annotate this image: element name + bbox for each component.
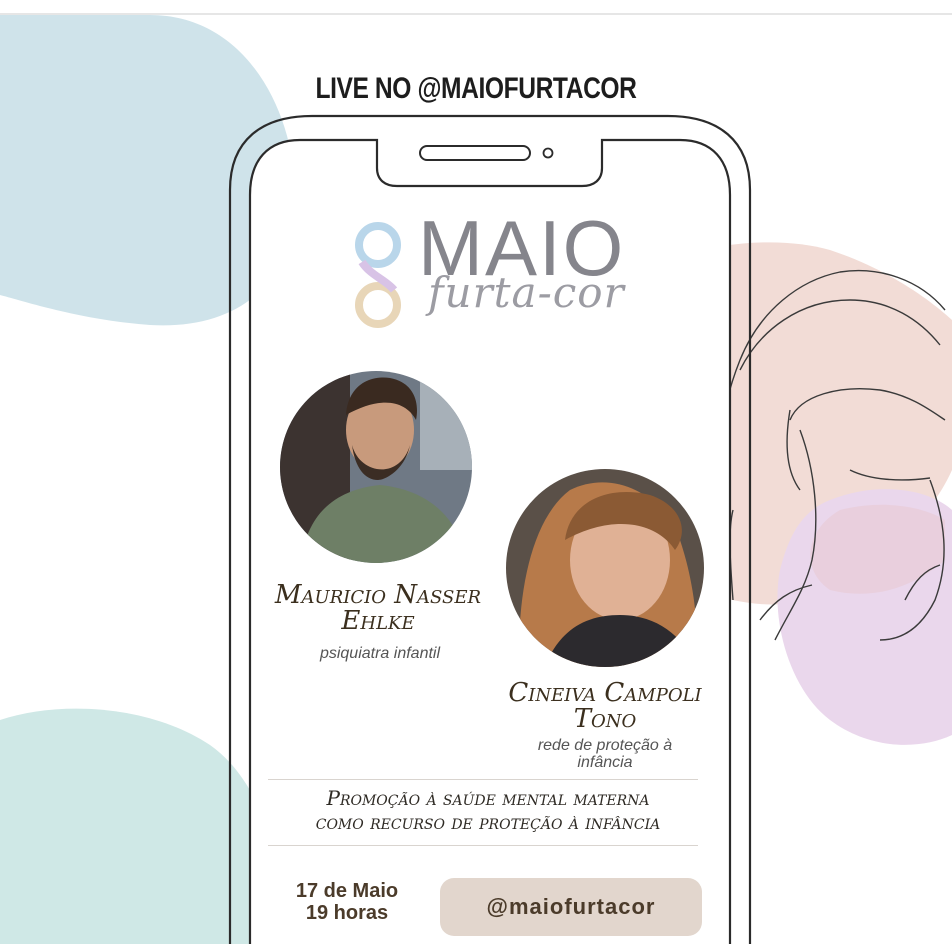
camera-dot	[542, 147, 554, 159]
handle-label: @maiofurtacor	[486, 894, 656, 919]
speaker-1-name: Mauricio Nasser Ehlke	[248, 582, 508, 634]
speaker-2-name-line2: Tono	[573, 704, 637, 734]
speaker-2-name-line1: Cineiva Campoli	[508, 678, 702, 708]
divider-bottom	[268, 845, 698, 846]
topic-line1: Promoção à saúde mental materna	[326, 786, 650, 810]
speaker-2-name: Cineiva Campoli Tono	[470, 680, 740, 732]
speaker-2-role-line2: infância	[577, 753, 633, 771]
blob-teal	[0, 708, 290, 944]
speaker-1-name-line1: Mauricio Nasser	[274, 580, 482, 610]
talk-topic: Promoção à saúde mental materna como rec…	[258, 786, 718, 834]
speaker-slot	[419, 145, 531, 161]
topic-line2: como recurso de proteção à infância	[315, 810, 661, 834]
event-date-time: 17 de Maio 19 horas	[272, 880, 422, 924]
event-time: 19 horas	[305, 902, 389, 924]
event-date: 17 de Maio	[295, 880, 399, 902]
speaker-2-role-line1: rede de proteção à	[537, 737, 673, 754]
speaker-1-name-line2: Ehlke	[341, 606, 415, 636]
logo-tagline: furta-cor	[428, 268, 625, 317]
event-header: LIVE NO @MAIOFURTACOR	[315, 72, 637, 105]
speaker-2-role: rede de proteção à infância	[490, 737, 720, 772]
handle-badge[interactable]: @maiofurtacor	[440, 878, 702, 936]
speaker-1-role: psiquiatra infantil	[260, 645, 500, 663]
speaker-1-role-line1: psiquiatra infantil	[319, 645, 441, 662]
divider-top	[268, 779, 698, 780]
